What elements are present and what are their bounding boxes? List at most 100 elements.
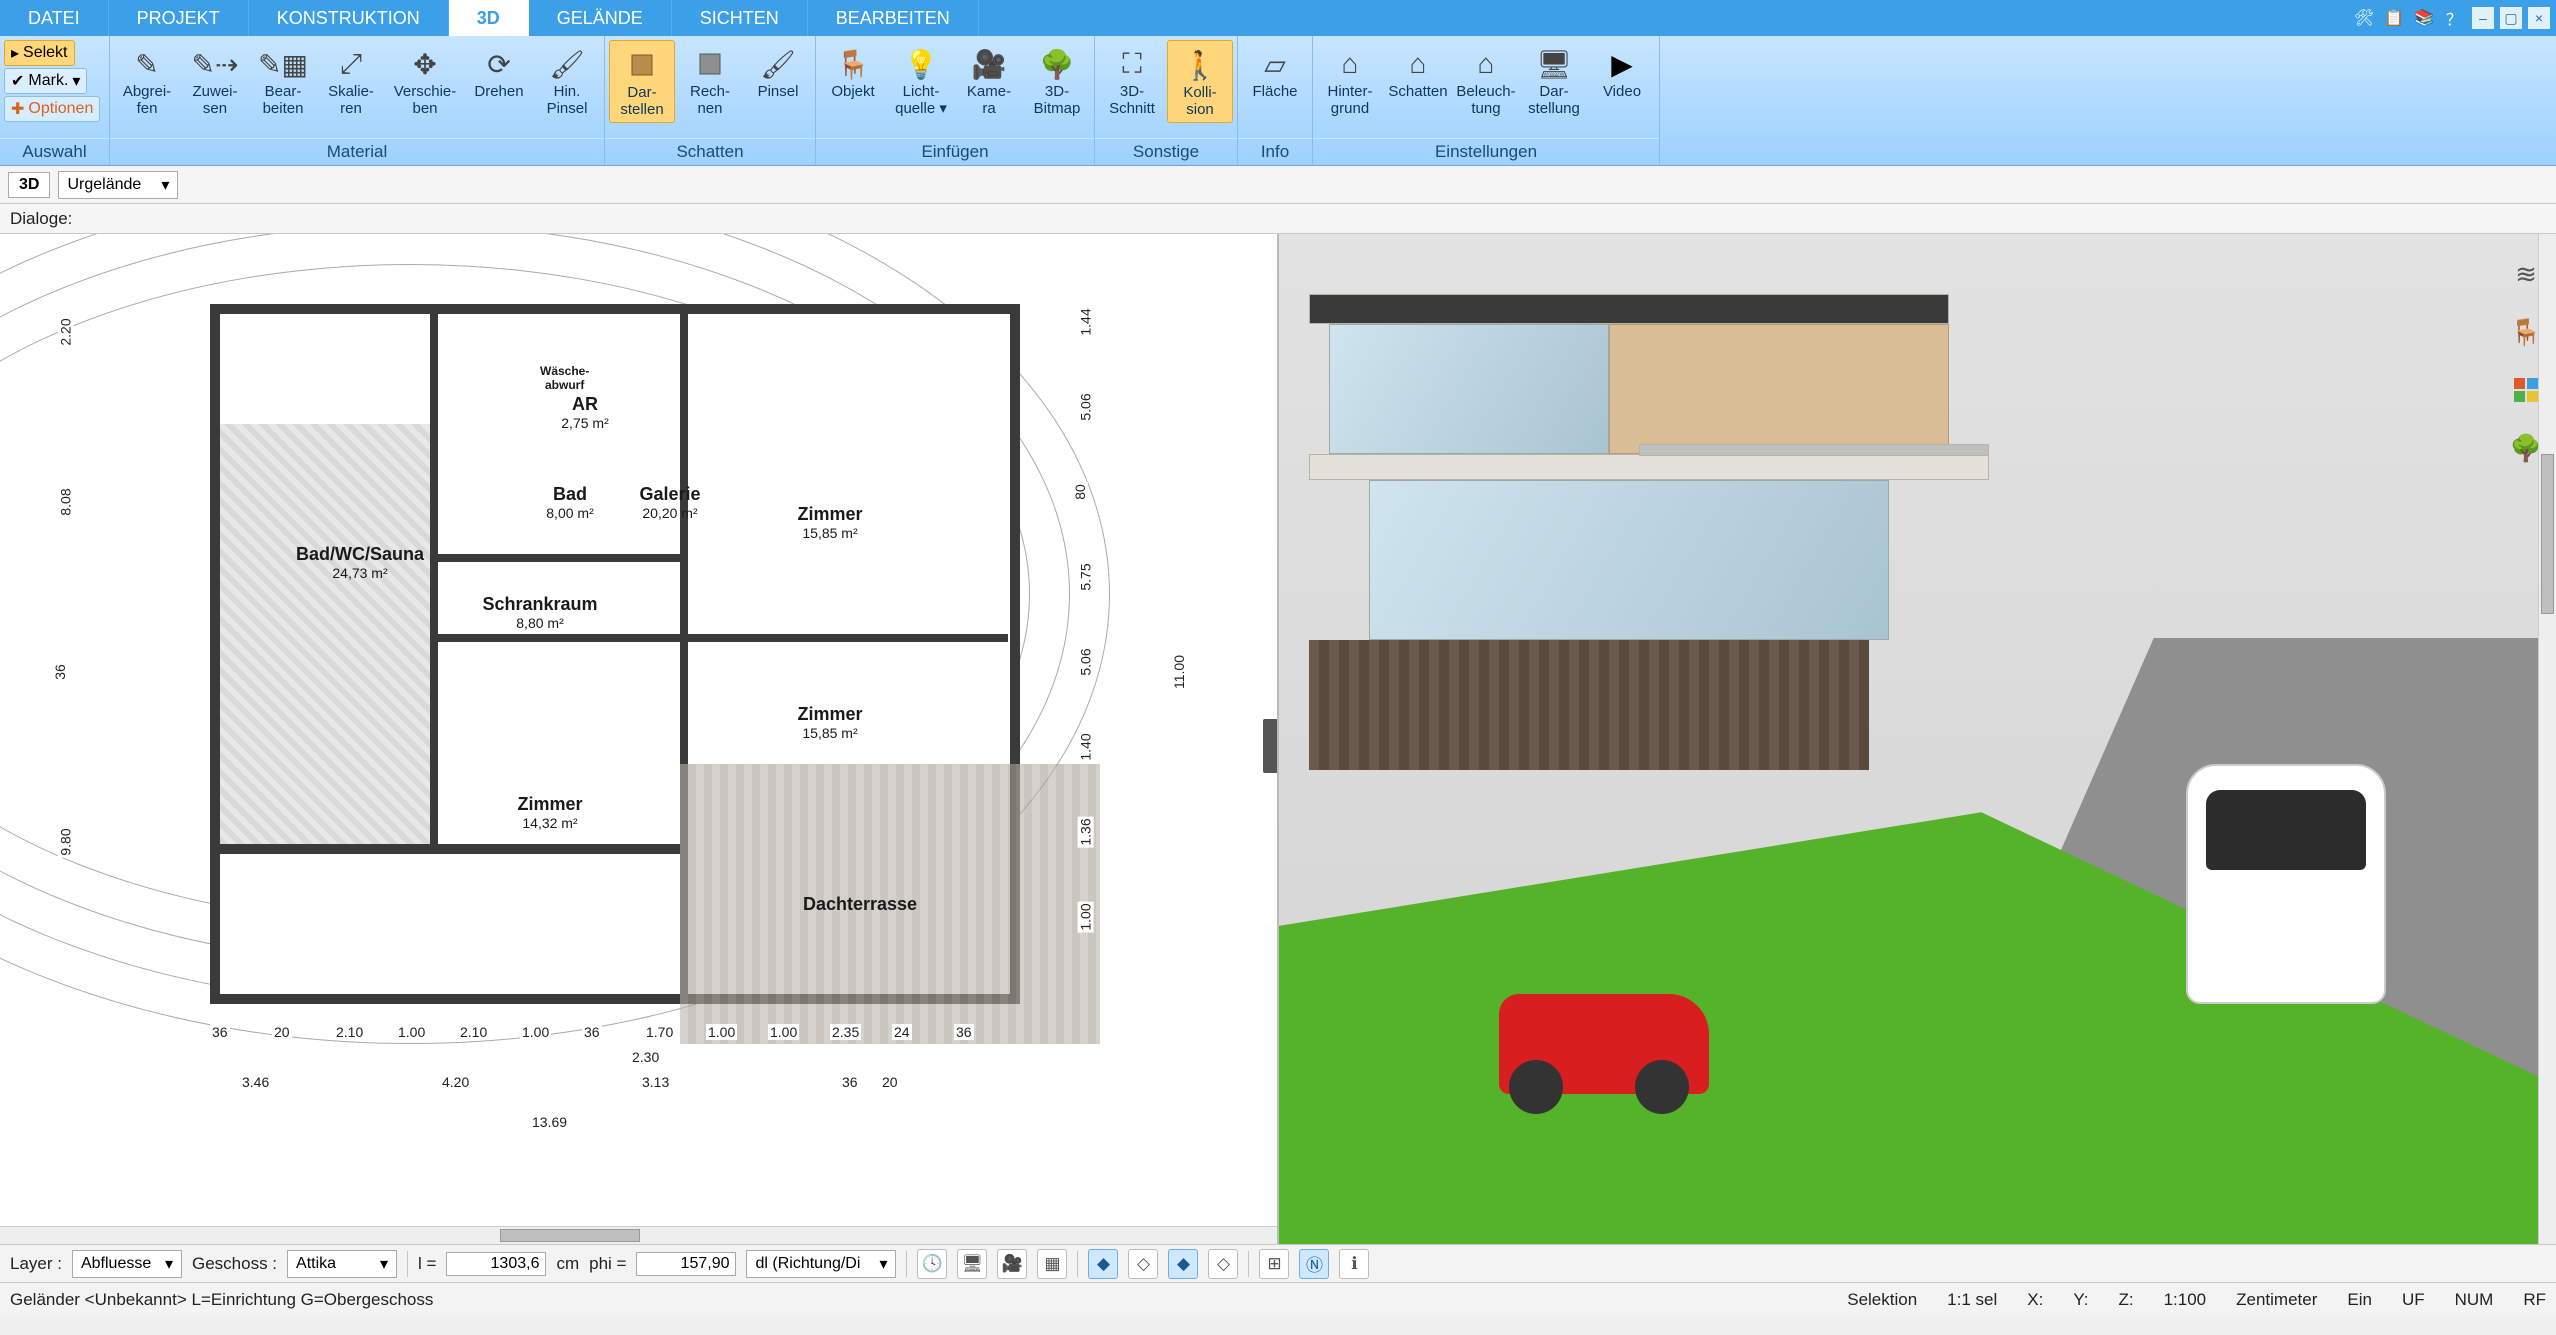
dimension-text: 3.46 [240,1074,271,1090]
ribbon-group-label: Auswahl [0,138,109,165]
minimize-button[interactable]: – [2472,7,2494,29]
close-button[interactable]: × [2528,7,2550,29]
tool-hintergrund[interactable]: ⌂Hinter- grund [1317,40,1383,121]
grid-icon[interactable]: ⊞ [1259,1249,1289,1279]
view-mode-bar: 3D Urgelände▾ [0,166,2556,204]
tool-objekt[interactable]: 🪑Objekt [820,40,886,105]
tool-darstellung[interactable]: 🖥Dar- stellung [1521,40,1587,121]
monitor-icon[interactable]: 🖥 [957,1249,987,1279]
menu-3d[interactable]: 3D [449,0,529,36]
overlay-icon[interactable]: ▦ [1037,1249,1067,1279]
tool-beleuchtung[interactable]: ⌂Beleuch- tung [1453,40,1519,121]
menu-sichten[interactable]: SICHTEN [672,0,808,36]
ribbon-group-auswahl: ▸ Selekt ✔ Mark. ▾ ✚ Optionen Auswahl [0,36,110,165]
tools-icon[interactable]: 🛠 [2352,6,2376,30]
status-uf: UF [2402,1290,2425,1310]
view-mode-badge[interactable]: 3D [8,172,50,198]
tool-pinsel[interactable]: 🖌Pinsel [745,40,811,105]
dimension-text: 4.20 [440,1074,471,1090]
menu-bearbeiten[interactable]: BEARBEITEN [808,0,979,36]
dimension-text: 36 [840,1074,860,1090]
help-icon[interactable]: ？ [2442,6,2466,30]
tool-3dschnitt[interactable]: ⛶3D- Schnitt [1099,40,1165,121]
tool-video[interactable]: ▶Video [1589,40,1655,105]
mark-button[interactable]: ✔ Mark. ▾ [4,68,87,94]
menu-gelaende[interactable]: GELÄNDE [529,0,672,36]
options-button[interactable]: ✚ Optionen [4,96,100,122]
clock-icon[interactable]: 🕓 [917,1249,947,1279]
menu-konstruktion[interactable]: KONSTRUKTION [249,0,449,36]
tool-lichtquelle[interactable]: 💡Licht- quelle ▾ [888,40,954,121]
dimension-text: 20 [880,1074,900,1090]
tool-schatten-settings[interactable]: ⌂Schatten [1385,40,1451,105]
layer-combo[interactable]: Abfluesse▾ [72,1250,182,1278]
floorplan-canvas[interactable]: Bad/WC/Sauna24,73 m²Bad8,00 m²AR2,75 m²G… [10,244,1237,1214]
phi-input[interactable] [636,1252,736,1276]
maximize-button[interactable]: ▢ [2500,7,2522,29]
menu-projekt[interactable]: PROJEKT [109,0,249,36]
status-unit: Zentimeter [2236,1290,2317,1310]
dimension-text: 36 [954,1024,974,1040]
room-label: Zimmer15,85 m² [750,704,910,741]
status-x: X: [2027,1290,2043,1310]
tool-abgreifen[interactable]: ✎Abgrei- fen [114,40,180,121]
tool-kamera[interactable]: 🎥Kame- ra [956,40,1022,121]
dimension-text: 3.13 [640,1074,671,1090]
dimension-text: 1.00 [520,1024,551,1040]
scrollbar-horizontal[interactable] [0,1226,1277,1244]
status-selektion: Selektion [1847,1290,1917,1310]
dialog-bar: Dialoge: [0,204,2556,234]
menu-datei[interactable]: DATEI [0,0,109,36]
layer-toggle-3[interactable]: ◆ [1168,1249,1198,1279]
scrollbar-vertical[interactable] [2538,234,2556,1244]
3d-canvas[interactable] [1279,234,2556,1244]
layer-label: Layer : [10,1254,62,1274]
dimension-text: 36 [582,1024,602,1040]
clipboard-icon[interactable]: 📋 [2382,6,2406,30]
status-z: Z: [2118,1290,2133,1310]
status-ein: Ein [2347,1290,2372,1310]
length-input[interactable] [446,1252,546,1276]
tool-darstellen[interactable]: Dar- stellen [609,40,675,123]
layer-toggle-4[interactable]: ◇ [1208,1249,1238,1279]
room-label: Zimmer14,32 m² [460,794,640,831]
dimension-text: 5.06 [1078,646,1094,677]
mower-object [1499,994,1709,1094]
dimension-text: 5.75 [1078,561,1094,592]
tool-verschieben[interactable]: ✥Verschie- ben [386,40,464,121]
3d-view-pane[interactable]: ≋ 🪑 🌳 [1279,234,2556,1244]
length-unit: cm [556,1254,579,1274]
tool-kollision[interactable]: 🚶Kolli- sion [1167,40,1233,123]
status-bar: Geländer <Unbekannt> L=Einrichtung G=Obe… [0,1282,2556,1316]
geschoss-combo[interactable]: Attika▾ [287,1250,397,1278]
length-label: l = [418,1254,436,1274]
dimension-text: 1.44 [1078,306,1094,337]
tool-hinpinsel[interactable]: 🖌Hin. Pinsel [534,40,600,121]
layer-toggle-1[interactable]: ◆ [1088,1249,1118,1279]
tool-bearbeiten[interactable]: ✎▦Bear- beiten [250,40,316,121]
north-icon[interactable]: Ⓝ [1299,1249,1329,1279]
tool-skalieren[interactable]: ⤢Skalie- ren [318,40,384,121]
layer-toggle-2[interactable]: ◇ [1128,1249,1158,1279]
status-rf: RF [2523,1290,2546,1310]
floorplan-pane[interactable]: Bad/WC/Sauna24,73 m²Bad8,00 m²AR2,75 m²G… [0,234,1279,1244]
select-button[interactable]: ▸ Selekt [4,40,75,66]
workspace: Bad/WC/Sauna24,73 m²Bad8,00 m²AR2,75 m²G… [0,234,2556,1244]
dimension-text: 9.80 [58,826,74,857]
terrain-combo[interactable]: Urgelände▾ [58,171,178,199]
pane-splitter[interactable] [1263,719,1279,773]
tool-zuweisen[interactable]: ✎⇢Zuwei- sen [182,40,248,121]
tool-3dbitmap[interactable]: 🌳3D- Bitmap [1024,40,1090,121]
camera-icon[interactable]: 🎥 [997,1249,1027,1279]
dl-combo[interactable]: dl (Richtung/Di▾ [746,1250,896,1278]
library-icon[interactable]: 📚 [2412,6,2436,30]
menu-bar: DATEI PROJEKT KONSTRUKTION 3D GELÄNDE SI… [0,0,2556,36]
info-icon[interactable]: ℹ [1339,1249,1369,1279]
tool-flaeche[interactable]: ▱Fläche [1242,40,1308,105]
dimension-text: 5.06 [1078,391,1094,422]
tool-rechnen[interactable]: Rech- nen [677,40,743,121]
ribbon-group-schatten: Dar- stellen Rech- nen 🖌Pinsel Schatten [605,36,816,165]
tool-drehen[interactable]: ⟳Drehen [466,40,532,105]
dimension-text: 36 [52,662,68,682]
dimension-text: 8.08 [58,486,74,517]
